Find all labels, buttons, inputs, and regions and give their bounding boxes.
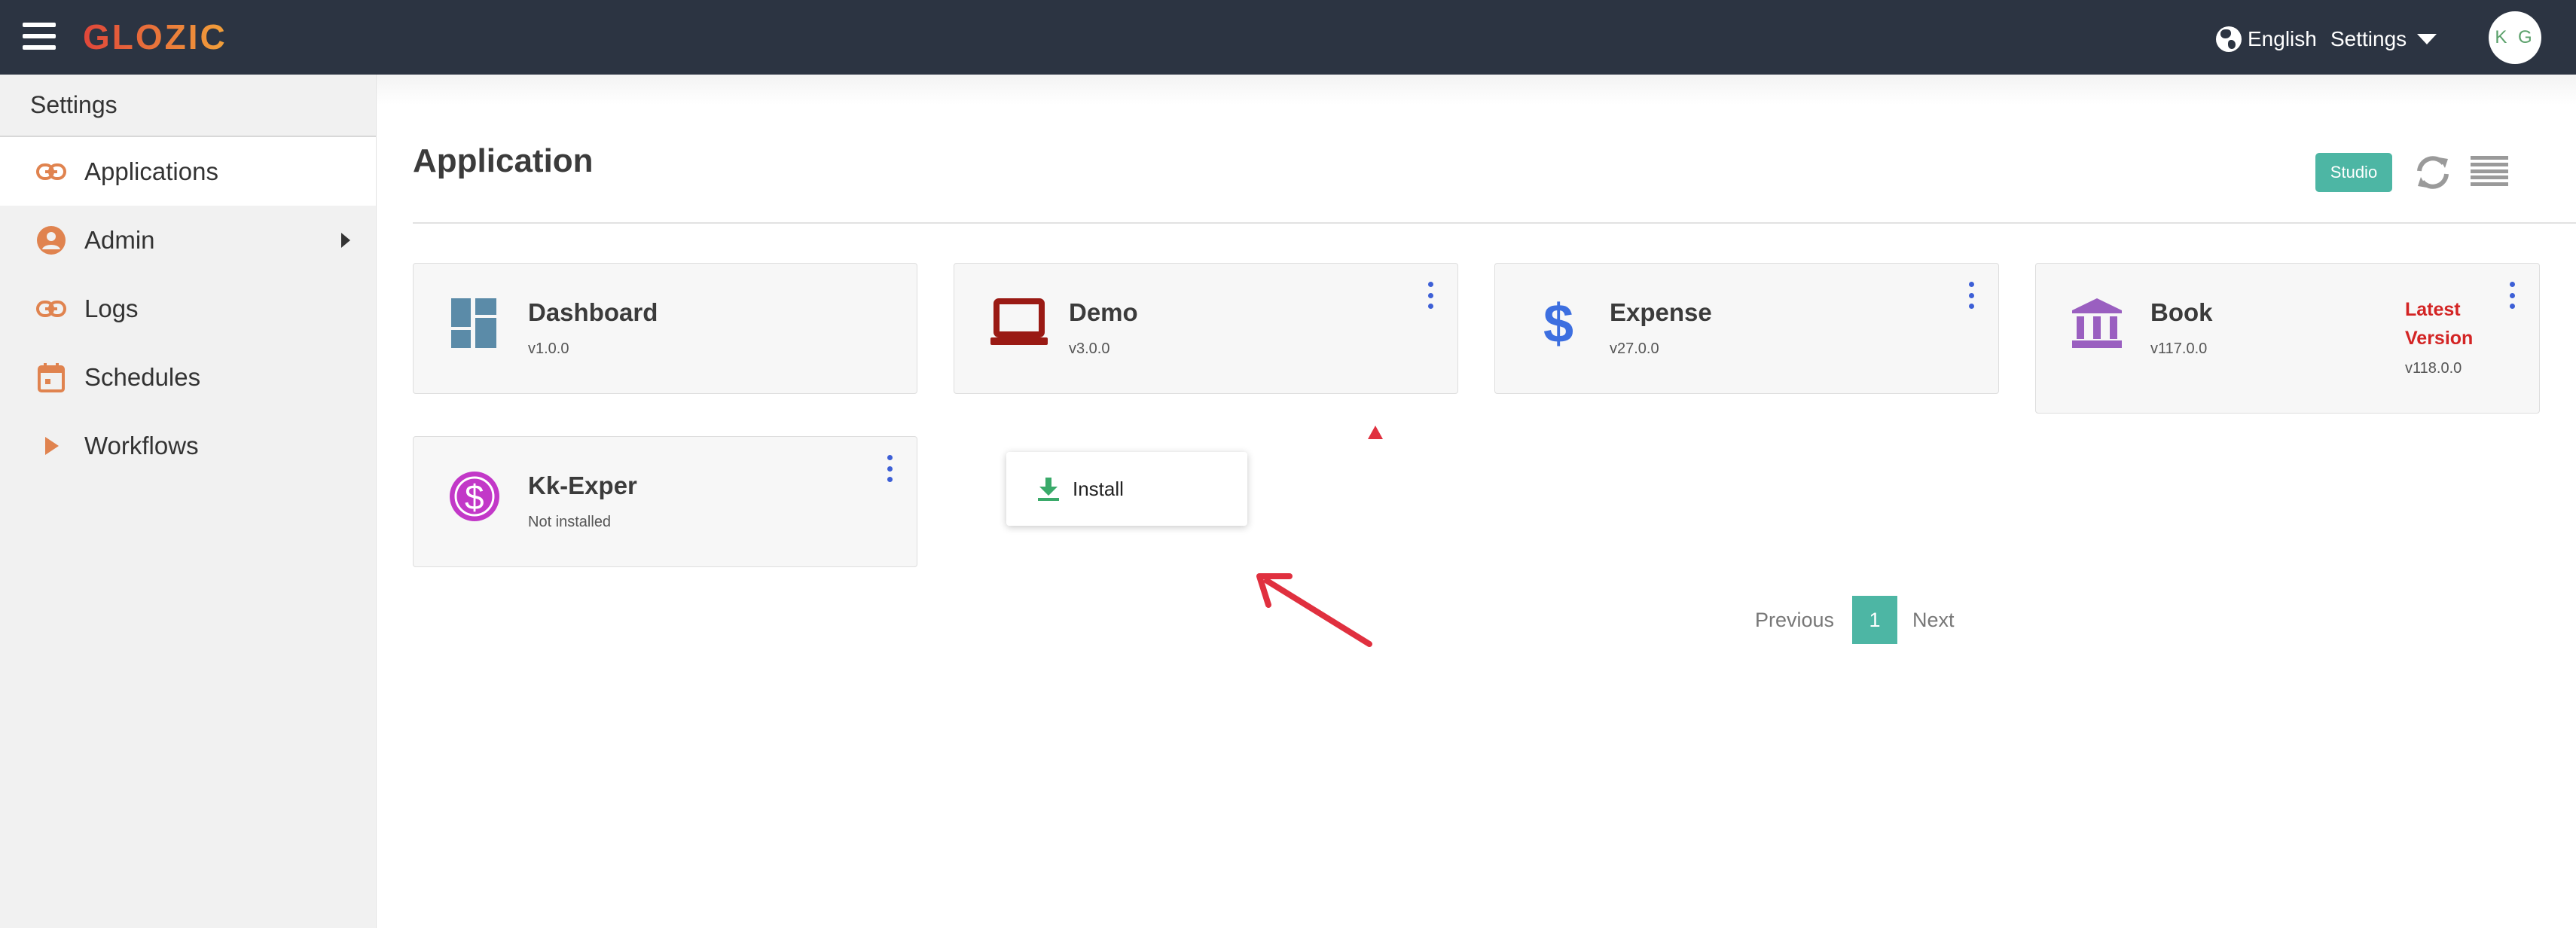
user-avatar[interactable]: K G [2489, 11, 2541, 64]
download-icon [1036, 476, 1061, 502]
user-circle-icon [36, 225, 66, 255]
pagination: Previous 1 Next [1755, 596, 1955, 644]
pagination-next[interactable]: Next [1912, 609, 1955, 632]
dollar-icon: $ [1530, 294, 1583, 354]
language-selector[interactable]: English [2216, 24, 2336, 54]
dashboard-icon [448, 297, 501, 350]
sidebar: Settings Applications Admin Logs Schedul… [0, 75, 377, 928]
sidebar-item-logs[interactable]: Logs [0, 274, 376, 343]
annotation-marker [1368, 426, 1383, 439]
link-icon [36, 157, 66, 187]
app-card-demo[interactable]: Demo v3.0.0 [954, 263, 1458, 394]
studio-button[interactable]: Studio [2315, 153, 2392, 192]
sidebar-item-schedules[interactable]: Schedules [0, 343, 376, 411]
sidebar-item-label: Applications [84, 157, 218, 185]
top-bar: GLOZIC English Settings K G [0, 0, 2576, 75]
laptop-icon [989, 297, 1048, 350]
sidebar-item-label: Schedules [84, 362, 201, 391]
app-card-book[interactable]: Book v117.0.0 Latest Version v118.0.0 [2035, 263, 2540, 414]
settings-dropdown[interactable]: Settings [2330, 24, 2451, 54]
caret-down-icon [2417, 34, 2437, 44]
card-version: v3.0.0 [1069, 340, 1110, 357]
sidebar-item-label: Workflows [84, 431, 199, 459]
globe-icon [2216, 26, 2242, 52]
install-label: Install [1073, 477, 1124, 500]
card-title: Book [2150, 298, 2213, 326]
card-title: Expense [1610, 298, 1712, 326]
sidebar-item-applications[interactable]: Applications [0, 137, 376, 206]
card-version: v117.0.0 [2150, 340, 2208, 357]
card-version: v27.0.0 [1610, 340, 1659, 357]
link-icon [36, 294, 66, 324]
calendar-icon [36, 362, 66, 392]
list-view-icon[interactable] [2471, 156, 2508, 186]
sidebar-item-label: Admin [84, 225, 155, 254]
pagination-previous[interactable]: Previous [1755, 609, 1834, 632]
card-title: Demo [1069, 298, 1138, 326]
app-card-kk-expense[interactable]: $ Kk-Exper Not installed [413, 436, 917, 567]
app-card-dashboard[interactable]: Dashboard v1.0.0 [413, 263, 917, 394]
hamburger-menu-icon[interactable] [23, 23, 56, 50]
card-title: Dashboard [528, 298, 658, 326]
annotation-arrow [1256, 573, 1372, 647]
card-version: v1.0.0 [528, 340, 569, 357]
language-label: English [2248, 27, 2317, 50]
latest-version-number: v118.0.0 [2405, 360, 2462, 377]
card-title: Kk-Exper [528, 472, 637, 499]
kebab-menu-icon[interactable] [882, 455, 897, 482]
page-title: Application [413, 142, 594, 179]
kebab-menu-icon[interactable] [1964, 282, 1979, 309]
chevron-right-icon [341, 233, 350, 248]
bank-icon [2071, 297, 2123, 350]
play-icon [36, 431, 66, 461]
sidebar-item-admin[interactable]: Admin [0, 206, 376, 274]
refresh-icon[interactable] [2413, 153, 2452, 192]
dollar-circle-icon: $ [448, 470, 501, 523]
main-content: Application Studio Dashboard v1.0.0 Demo… [377, 75, 2576, 928]
install-menu-item[interactable]: Install [1006, 452, 1247, 526]
sidebar-header: Settings [0, 75, 376, 137]
kebab-menu-icon[interactable] [2504, 282, 2520, 309]
svg-text:$: $ [1543, 297, 1573, 350]
latest-version-label: Latest Version [2405, 299, 2474, 349]
kebab-menu-icon[interactable] [1423, 282, 1438, 309]
card-version: Not installed [528, 514, 612, 530]
sidebar-item-label: Logs [84, 294, 139, 322]
pagination-page-1[interactable]: 1 [1852, 596, 1898, 644]
divider [413, 222, 2576, 224]
app-logo[interactable]: GLOZIC [83, 17, 227, 57]
sidebar-item-workflows[interactable]: Workflows [0, 411, 376, 480]
svg-text:$: $ [465, 478, 484, 517]
settings-label: Settings [2330, 27, 2407, 50]
app-card-expense[interactable]: $ Expense v27.0.0 [1494, 263, 1999, 394]
